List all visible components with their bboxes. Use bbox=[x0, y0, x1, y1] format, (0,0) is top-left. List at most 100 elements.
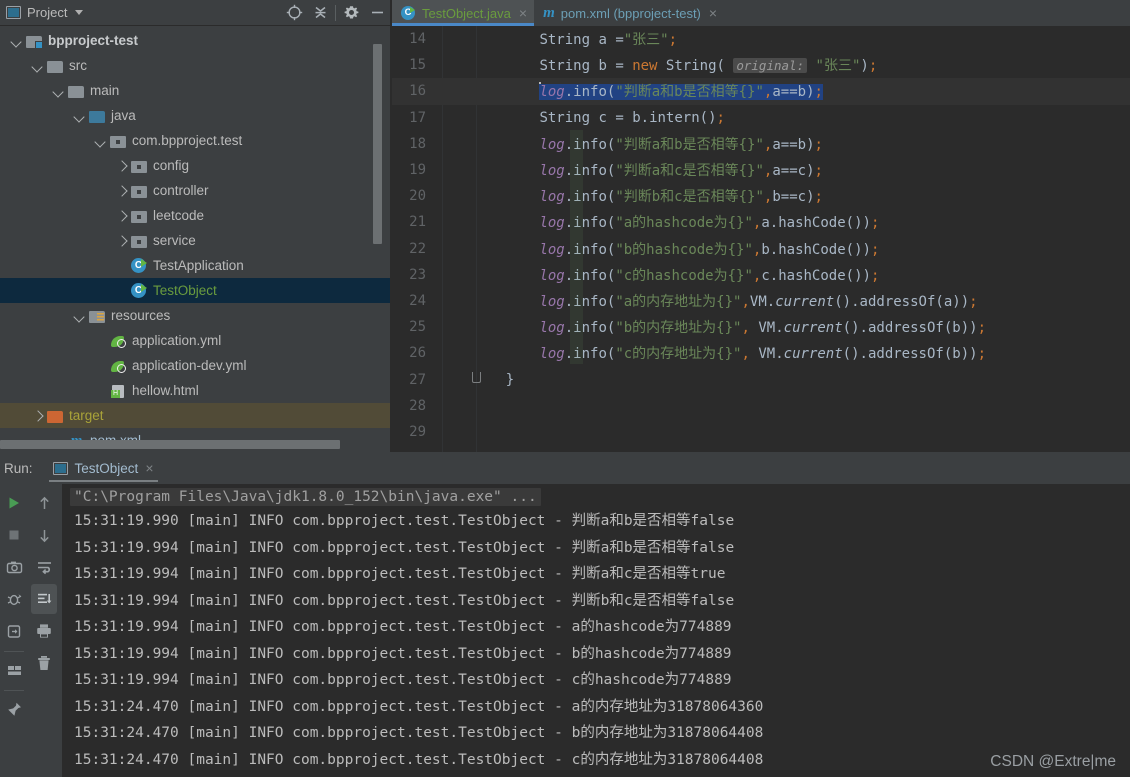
code-line[interactable]: 24 log.info("a的内存地址为{}",VM.current().add… bbox=[392, 288, 1130, 314]
run-toolbar-right bbox=[28, 484, 60, 777]
rerun-icon[interactable] bbox=[1, 616, 27, 646]
tree-item-label: TestApplication bbox=[153, 258, 244, 273]
console-left-edge bbox=[60, 484, 62, 777]
code-line[interactable]: 17 String c = b.intern(); bbox=[392, 105, 1130, 131]
code-line[interactable]: 26 log.info("c的内存地址为{}", VM.current().ad… bbox=[392, 340, 1130, 366]
chevron-right-icon[interactable] bbox=[115, 159, 129, 173]
code-line[interactable]: 16 log.info("判断a和b是否相等{}",a==b); bbox=[392, 78, 1130, 105]
scroll-up-icon[interactable] bbox=[31, 488, 57, 518]
chevron-down-icon[interactable] bbox=[73, 109, 87, 123]
project-view-icon bbox=[6, 6, 21, 19]
tree-horizontal-scrollbar[interactable] bbox=[0, 440, 340, 449]
code-editor[interactable]: 14 String a ="张三"; 15 String b = new Stri… bbox=[392, 26, 1130, 452]
pin-icon[interactable] bbox=[1, 694, 27, 724]
debug-icon[interactable] bbox=[1, 584, 27, 614]
tree-item-resources[interactable]: resources bbox=[0, 303, 390, 328]
java-class-icon bbox=[131, 282, 148, 299]
console-log-line: 15:31:19.994 [main] INFO com.bpproject.t… bbox=[74, 619, 732, 635]
code-line[interactable]: 14 String a ="张三"; bbox=[392, 26, 1130, 52]
package-icon bbox=[110, 134, 127, 148]
tree-item-main[interactable]: main bbox=[0, 78, 390, 103]
chevron-down-icon[interactable] bbox=[75, 10, 84, 15]
code-line[interactable]: 29 bbox=[392, 419, 1130, 445]
target-icon[interactable] bbox=[281, 0, 307, 26]
console-log-line: 15:31:24.470 [main] INFO com.bpproject.t… bbox=[74, 698, 764, 715]
soft-wrap-icon[interactable] bbox=[31, 552, 57, 582]
code-line[interactable]: 25 log.info("b的内存地址为{}", VM.current().ad… bbox=[392, 314, 1130, 340]
project-panel: Project bpproject-test src main java com… bbox=[0, 0, 390, 452]
line-number: 25 bbox=[409, 319, 426, 336]
tree-item-target[interactable]: target bbox=[0, 403, 390, 428]
tree-item-testapplication[interactable]: TestApplication bbox=[0, 253, 390, 278]
print-icon[interactable] bbox=[31, 616, 57, 646]
run-tab-label: TestObject bbox=[74, 460, 139, 476]
editor-tab-bar: TestObject.java × m pom.xml (bpproject-test… bbox=[392, 0, 1130, 26]
chevron-down-icon[interactable] bbox=[31, 59, 45, 73]
tree-item-controller[interactable]: controller bbox=[0, 178, 390, 203]
code-line[interactable]: 21 log.info("a的hashcode为{}",a.hashCode()… bbox=[392, 209, 1130, 235]
console-log-line: 15:31:19.990 [main] INFO com.bpproject.t… bbox=[74, 513, 735, 529]
chevron-down-icon[interactable] bbox=[73, 309, 87, 323]
scroll-down-icon[interactable] bbox=[31, 520, 57, 550]
tree-item-src[interactable]: src bbox=[0, 53, 390, 78]
minimize-icon[interactable] bbox=[364, 0, 390, 26]
chevron-right-icon[interactable] bbox=[115, 184, 129, 198]
tree-item-bpproject-test[interactable]: bpproject-test bbox=[0, 28, 390, 53]
chevron-right-icon[interactable] bbox=[115, 209, 129, 223]
code-line[interactable]: 23 log.info("c的hashcode为{}",c.hashCode()… bbox=[392, 262, 1130, 288]
project-panel-title: Project bbox=[27, 5, 68, 20]
layout-icon[interactable] bbox=[1, 655, 27, 685]
run-tab-testobject[interactable]: TestObject × bbox=[45, 452, 162, 484]
trash-icon[interactable] bbox=[31, 648, 57, 678]
console-log-line: 15:31:24.470 [main] INFO com.bpproject.t… bbox=[74, 725, 764, 741]
camera-icon[interactable] bbox=[1, 552, 27, 582]
code-fold-icon[interactable] bbox=[472, 372, 481, 384]
yml-icon bbox=[110, 334, 127, 348]
code-line[interactable]: 15 String b = new String( original: "张三"… bbox=[392, 52, 1130, 78]
watermark: CSDN @Extre|me bbox=[990, 753, 1116, 770]
tree-item-config[interactable]: config bbox=[0, 153, 390, 178]
stop-icon[interactable] bbox=[1, 520, 27, 550]
code-line[interactable]: 20 log.info("判断b和c是否相等{}",b==c); bbox=[392, 183, 1130, 209]
editor-tab-pom-xml[interactable]: m pom.xml (bpproject-test) × bbox=[534, 0, 724, 26]
chevron-down-icon[interactable] bbox=[94, 134, 108, 148]
code-line[interactable]: 18 log.info("判断a和b是否相等{}",a==b); bbox=[392, 131, 1130, 157]
project-tree[interactable]: bpproject-test src main java com.bpproject.t… bbox=[0, 26, 390, 452]
console-log-line: 15:31:19.994 [main] INFO com.bpproject.t… bbox=[74, 592, 735, 609]
tree-item-application-dev-yml[interactable]: application-dev.yml bbox=[0, 353, 390, 378]
tree-item-service[interactable]: service bbox=[0, 228, 390, 253]
code-line-text: log.info("c的内存地址为{}", VM.current().addre… bbox=[539, 346, 986, 363]
chevron-down-icon[interactable] bbox=[10, 34, 24, 48]
tree-item-leetcode[interactable]: leetcode bbox=[0, 203, 390, 228]
chevron-right-icon[interactable] bbox=[31, 409, 45, 423]
java-class-icon bbox=[401, 5, 416, 21]
close-icon[interactable]: × bbox=[707, 6, 717, 20]
selected-text: log.info("判断a和b是否相等{}",a==b); bbox=[539, 84, 823, 101]
console-output[interactable]: "C:\Program Files\Java\jdk1.8.0_152\bin\… bbox=[60, 484, 1130, 777]
tree-item-label: java bbox=[111, 108, 136, 123]
close-icon[interactable]: × bbox=[145, 460, 153, 476]
tree-vertical-scrollbar[interactable] bbox=[373, 44, 382, 244]
editor-tab-testobject-java[interactable]: TestObject.java × bbox=[392, 0, 535, 26]
code-line[interactable]: 28 bbox=[392, 393, 1130, 419]
code-line[interactable]: 19 log.info("判断a和c是否相等{}",a==c); bbox=[392, 157, 1130, 183]
tree-item-java[interactable]: java bbox=[0, 103, 390, 128]
tree-item-hellow-html[interactable]: hellow.html bbox=[0, 378, 390, 403]
run-icon[interactable] bbox=[1, 488, 27, 518]
scroll-to-end-icon[interactable] bbox=[31, 584, 57, 614]
chevron-right-icon[interactable] bbox=[115, 234, 129, 248]
tree-item-label: config bbox=[153, 158, 190, 173]
line-number: 23 bbox=[409, 266, 426, 283]
tree-item-testobject[interactable]: TestObject bbox=[0, 278, 390, 303]
close-icon[interactable]: × bbox=[517, 6, 527, 20]
collapse-all-icon[interactable] bbox=[307, 0, 333, 26]
tree-item-application-yml[interactable]: application.yml bbox=[0, 328, 390, 353]
line-number: 21 bbox=[409, 214, 426, 231]
tree-item-com-bpproject-test[interactable]: com.bpproject.test bbox=[0, 128, 390, 153]
code-line-text: log.info("a的hashcode为{}",a.hashCode()); bbox=[539, 215, 880, 232]
code-line[interactable]: 27 } bbox=[392, 366, 1130, 392]
gear-icon[interactable] bbox=[338, 0, 364, 26]
code-line[interactable]: 22 log.info("b的hashcode为{}",b.hashCode()… bbox=[392, 236, 1130, 262]
chevron-down-icon[interactable] bbox=[52, 84, 66, 98]
